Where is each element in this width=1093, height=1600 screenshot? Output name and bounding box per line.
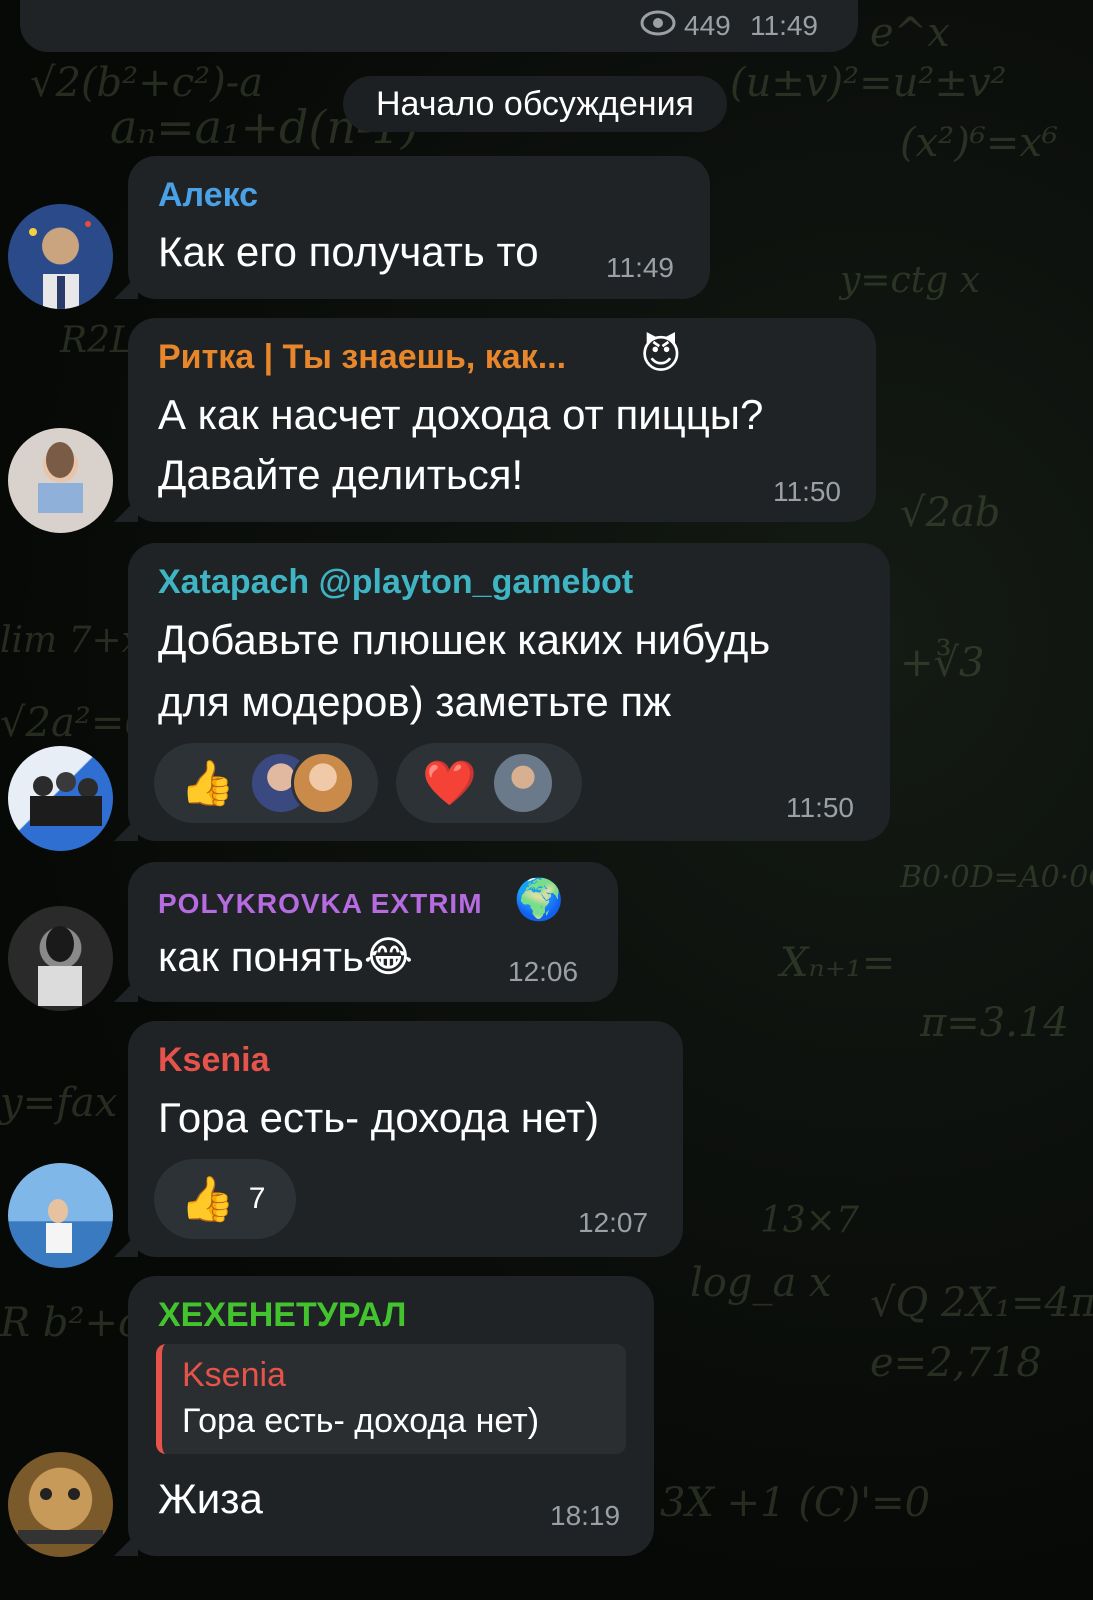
message-bubble[interactable]: Алекс Как его получать то 11:49 [128,156,710,299]
reply-sender: Ksenia [182,1356,286,1394]
message-text-line-1: Добавьте плюшек каких нибудь [158,616,771,663]
avatar-polykrovka[interactable] [8,906,113,1011]
message-text-line-1: А как насчет дохода от пиццы? [158,391,764,438]
sender-name[interactable]: ХЕХЕНЕТУРАЛ [158,1296,406,1335]
avatar-ritka[interactable] [8,428,113,533]
message-text: Гора есть- дохода нет) [158,1094,600,1141]
eye-icon [640,10,676,41]
thumbs-up-icon: 👍 [180,759,235,808]
message-bubble[interactable]: Xatapach @playton_gamebot Добавьте плюше… [128,543,890,841]
reaction-count: 7 [248,1182,266,1215]
reaction-heart[interactable]: ❤️ [396,743,582,823]
sender-name[interactable]: Xatapach @playton_gamebot [158,563,633,602]
avatar-ksenia[interactable] [8,1163,113,1268]
message-bubble[interactable]: ХЕХЕНЕТУРАЛ Ksenia Гора есть- дохода нет… [128,1276,654,1556]
message-time: 11:50 [786,792,854,823]
thumbs-up-icon: 👍 [180,1175,235,1224]
message-text-line-2: для модеров) заметьте пж [158,678,672,725]
message-text: Жиза [158,1475,263,1522]
sender-name[interactable]: Ksenia [158,1041,270,1080]
channel-post-bubble[interactable]: 449 11:49 [20,0,858,52]
message-bubble[interactable]: POLYKROVKA EXTRIM 🌍 как понять😂 12:06 [128,862,618,1002]
avatar-xatapach[interactable] [8,746,113,851]
avatar-aleks[interactable] [8,204,113,309]
devil-emoji-icon: 😈 [640,333,682,377]
sender-name[interactable]: Ритка | Ты знаешь, как... [158,338,566,377]
message-time: 11:49 [606,252,674,283]
message-bubble[interactable]: Ksenia Гора есть- дохода нет) 👍 7 12:07 [128,1021,683,1257]
globe-icon: 🌍 [514,878,564,922]
sender-name[interactable]: POLYKROVKA EXTRIM [158,888,483,920]
message-text-line-2: Давайте делиться! [158,451,524,498]
message-text: Как его получать то [158,228,539,275]
message-time: 11:50 [773,476,841,507]
reply-text: Гора есть- дохода нет) [182,1402,540,1440]
avatar-hehenetural[interactable] [8,1452,113,1557]
reactor-avatar [290,751,355,815]
views-count: 449 [684,10,731,41]
heart-icon: ❤️ [422,759,477,808]
message-text: как понять😂 [158,933,413,980]
message-time: 12:07 [578,1207,649,1238]
post-time: 11:49 [750,10,818,41]
reaction-thumbs-up[interactable]: 👍 [154,743,378,823]
message-bubble[interactable]: Ритка | Ты знаешь, как... 😈 А как насчет… [128,318,876,522]
sender-name[interactable]: Алекс [158,176,258,215]
discussion-start-divider: Начало обсуждения [343,76,727,132]
message-time: 18:19 [550,1500,621,1531]
message-time: 12:06 [508,956,579,987]
reactor-avatar [490,751,555,815]
reaction-thumbs-up[interactable]: 👍 7 [154,1159,296,1239]
reply-quote[interactable]: Ksenia Гора есть- дохода нет) [156,1344,626,1454]
